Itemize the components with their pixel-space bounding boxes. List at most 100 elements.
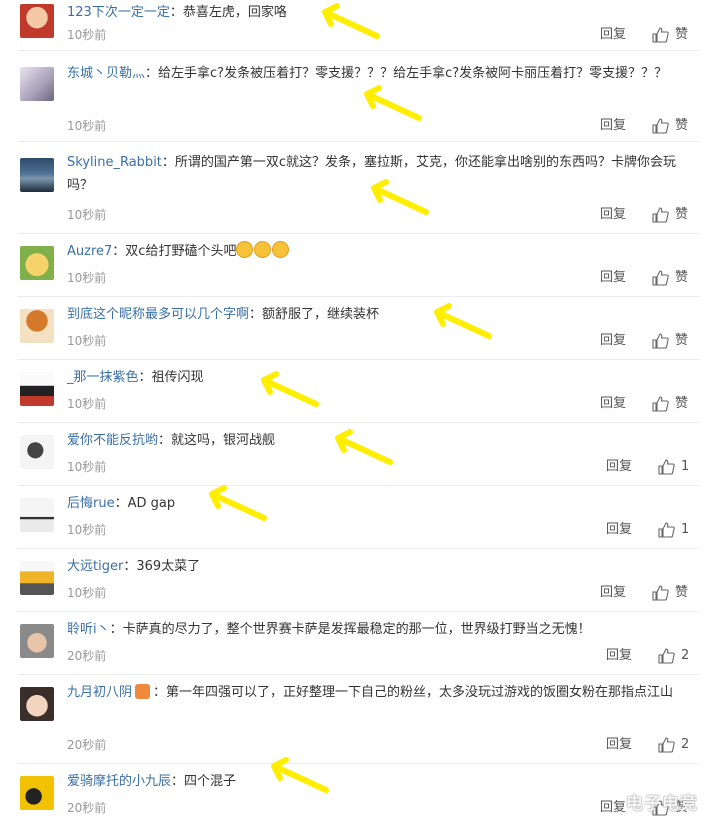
like-button[interactable]: 赞 (652, 27, 688, 43)
comment-author[interactable]: 到底这个昵称最多可以几个字啊 (67, 307, 249, 322)
like-label: 赞 (675, 27, 689, 42)
comment-author[interactable]: 后悔rue (67, 496, 115, 511)
comment-text: ：AD gap (114, 496, 176, 511)
arrow-annotation-icon (271, 757, 329, 793)
reply-button[interactable]: 回复 (600, 800, 626, 816)
like-label: 赞 (675, 207, 689, 222)
badge-icon (135, 684, 151, 699)
comment-author[interactable]: 大远tiger (67, 559, 123, 574)
comment-item: 爱骑摩托的小九辰：四个混子 20秒前 回复 赞 (0, 764, 710, 822)
arrow-annotation-icon (209, 485, 267, 521)
like-label: 赞 (675, 396, 689, 411)
comment-item: 九月初八阴 ：第一年四强可以了，正好整理一下自己的粉丝，太多没玩过游戏的饭圈女粉在… (0, 675, 710, 763)
avatar[interactable] (20, 67, 54, 101)
comment-author[interactable]: 爱骑摩托的小九辰 (67, 774, 171, 789)
avatar[interactable] (20, 624, 54, 658)
like-button[interactable]: 赞 (652, 333, 688, 349)
comment-item: 到底这个昵称最多可以几个字啊：额舒服了，继续装杯 10秒前 回复 赞 (0, 297, 710, 359)
arrow-annotation-icon (371, 179, 429, 215)
avatar[interactable] (20, 435, 54, 469)
reply-button[interactable]: 回复 (600, 207, 626, 223)
thumb-up-icon (652, 118, 669, 134)
like-button[interactable]: 赞 (652, 270, 688, 286)
reply-button[interactable]: 回复 (606, 648, 632, 664)
thumb-up-icon (658, 737, 675, 753)
comment-author[interactable]: Skyline_Rabbit (67, 155, 162, 170)
comment-text: ：369太菜了 (123, 559, 201, 574)
like-button[interactable]: 赞 (652, 585, 688, 601)
reply-button[interactable]: 回复 (600, 27, 626, 43)
like-button[interactable]: 1 (658, 522, 689, 538)
comment-time: 10秒前 (67, 271, 107, 285)
avatar[interactable] (20, 687, 54, 721)
comment-text: ：恭喜左虎，回家咯 (169, 5, 287, 20)
comment-time: 20秒前 (67, 649, 107, 663)
comment-time: 10秒前 (67, 334, 107, 348)
comment-time: 10秒前 (67, 586, 107, 600)
like-count: 1 (681, 459, 690, 474)
like-button[interactable]: 2 (658, 648, 689, 664)
avatar[interactable] (20, 4, 54, 38)
reply-button[interactable]: 回复 (606, 459, 632, 475)
arrow-annotation-icon (434, 303, 492, 339)
comment-author[interactable]: _那一抹紫色 (67, 370, 139, 385)
thumb-up-icon (652, 27, 669, 43)
like-button[interactable]: 2 (658, 737, 689, 753)
comment-author[interactable]: 123下次一定一定 (67, 5, 170, 20)
comment-time: 10秒前 (67, 397, 107, 411)
arrow-annotation-icon (335, 429, 393, 465)
thumb-up-icon (658, 648, 675, 664)
comment-author[interactable]: 聆听i丶 (67, 622, 110, 637)
comment-author[interactable]: 东城丶贝勒灬 (67, 66, 145, 81)
comment-text: ：双c给打野磕个头吧 (112, 244, 237, 259)
reply-button[interactable]: 回复 (606, 522, 632, 538)
like-label: 赞 (675, 333, 689, 348)
thumb-up-icon (652, 396, 669, 412)
reply-button[interactable]: 回复 (600, 396, 626, 412)
avatar[interactable] (20, 372, 54, 406)
like-count: 2 (681, 648, 690, 663)
reply-button[interactable]: 回复 (600, 333, 626, 349)
like-button[interactable]: 赞 (652, 396, 688, 412)
like-button[interactable]: 赞 (652, 118, 688, 134)
reply-button[interactable]: 回复 (606, 737, 632, 753)
like-count: 2 (681, 737, 690, 752)
comment-item: 聆听i丶：卡萨真的尽力了，整个世界赛卡萨是发挥最稳定的那一位，世界级打野当之无愧… (0, 612, 710, 674)
reply-button[interactable]: 回复 (600, 585, 626, 601)
like-label: 赞 (675, 118, 689, 133)
comment-text: ：祖传闪现 (138, 370, 204, 385)
arrow-annotation-icon (261, 371, 319, 407)
arrow-annotation-icon (364, 85, 422, 121)
comment-text: ：四个混子 (171, 774, 237, 789)
comment-time: 10秒前 (67, 460, 107, 474)
comment-time: 10秒前 (67, 28, 107, 42)
comment-time: 20秒前 (67, 738, 107, 752)
comment-item: 大远tiger：369太菜了 10秒前 回复 赞 (0, 549, 710, 611)
avatar[interactable] (20, 158, 54, 192)
comment-time: 10秒前 (67, 208, 107, 222)
comment-text: ：额舒服了，继续装杯 (249, 307, 380, 322)
reply-button[interactable]: 回复 (600, 270, 626, 286)
avatar[interactable] (20, 561, 54, 595)
comment-text: ：就这吗，银河战舰 (158, 433, 276, 448)
thumb-up-icon (658, 522, 675, 538)
thumb-up-icon (652, 270, 669, 286)
comment-item: Skyline_Rabbit：所谓的国产第一双c就这？发条，塞拉斯，艾克，你还能… (0, 142, 710, 232)
laugh-emoji-icon (272, 241, 290, 258)
comment-author[interactable]: Auzre7 (67, 244, 112, 259)
thumb-up-icon (652, 207, 669, 223)
comment-author[interactable]: 九月初八阴 (67, 685, 132, 700)
like-label: 赞 (675, 585, 689, 600)
comment-text: ：给左手拿c?发条被压着打？零支援？？？给左手拿c?发条被阿卡丽压着打？零支援？… (145, 66, 668, 81)
avatar[interactable] (20, 776, 54, 810)
like-button[interactable]: 1 (658, 459, 689, 475)
like-button[interactable]: 赞 (652, 207, 688, 223)
like-count: 1 (681, 522, 690, 537)
avatar[interactable] (20, 309, 54, 343)
thumb-up-icon (652, 333, 669, 349)
avatar[interactable] (20, 498, 54, 532)
comment-author[interactable]: 爱你不能反抗哟 (67, 433, 158, 448)
reply-button[interactable]: 回复 (600, 118, 626, 134)
laugh-emoji-icon (254, 241, 272, 258)
avatar[interactable] (20, 246, 54, 280)
